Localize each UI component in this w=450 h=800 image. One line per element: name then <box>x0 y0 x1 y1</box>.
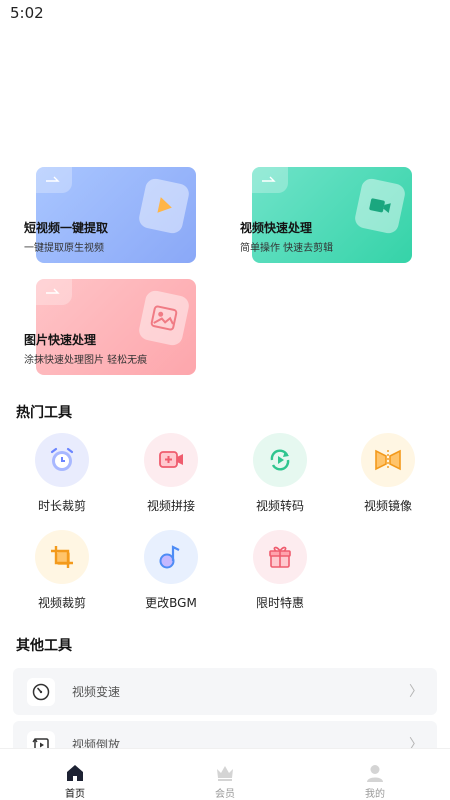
tool-video-crop[interactable]: 视频裁剪 <box>7 530 117 620</box>
card-subtitle-video-extract: 一键提取原生视频 <box>24 243 104 254</box>
nav-label-mine: 我的 <box>365 789 385 800</box>
tool-label: 视频转码 <box>255 499 304 513</box>
tool-label: 更改BGM <box>145 596 197 610</box>
arrow-right-icon <box>46 176 60 182</box>
nav-item-home[interactable]: 首页 <box>0 749 150 800</box>
nav-label-home: 首页 <box>65 789 85 800</box>
user-icon <box>367 765 383 782</box>
gift-icon <box>253 530 307 584</box>
section-title-other-tools: 其他工具 <box>16 638 72 654</box>
speed-gauge-icon <box>27 678 55 706</box>
tool-label: 视频拼接 <box>146 499 195 513</box>
list-item-video-speed[interactable]: 视频变速 〉 <box>13 668 437 715</box>
tool-video-mirror[interactable]: 视频镜像 <box>333 433 443 523</box>
mirror-icon <box>361 433 415 487</box>
card-title-image-process: 图片快速处理 <box>24 333 97 347</box>
tool-video-merge[interactable]: 视频拼接 <box>116 433 226 523</box>
crop-icon <box>35 530 89 584</box>
tool-label: 限时特惠 <box>255 596 304 610</box>
music-note-icon <box>144 530 198 584</box>
card-subtitle-video-process: 简单操作 快速去剪辑 <box>240 243 334 254</box>
card-corner <box>252 167 288 193</box>
refresh-play-icon <box>253 433 307 487</box>
image-icon <box>137 288 191 348</box>
chevron-right-icon: 〉 <box>409 684 423 700</box>
alarm-clock-icon <box>35 433 89 487</box>
tool-limited-offer[interactable]: 限时特惠 <box>225 530 335 620</box>
video-add-icon <box>144 433 198 487</box>
tool-duration-trim[interactable]: 时长裁剪 <box>7 433 117 523</box>
tool-video-transcode[interactable]: 视频转码 <box>225 433 335 523</box>
tool-label: 视频镜像 <box>363 499 412 513</box>
arrow-right-icon <box>46 288 60 294</box>
arrow-right-icon <box>262 176 276 182</box>
video-camera-icon <box>353 176 407 236</box>
status-bar: 5:02 <box>0 0 450 26</box>
card-corner <box>36 167 72 193</box>
card-title-video-extract: 短视频一键提取 <box>24 221 109 235</box>
video-play-icon <box>137 176 191 236</box>
crown-icon <box>217 766 233 781</box>
tool-label: 时长裁剪 <box>37 499 86 513</box>
nav-item-vip[interactable]: 会员 <box>150 749 300 800</box>
bottom-nav: 首页 会员 我的 <box>0 748 450 800</box>
list-item-label: 视频变速 <box>72 685 121 699</box>
tool-label: 视频裁剪 <box>37 596 86 610</box>
card-subtitle-image-process: 涂抹快速处理图片 轻松无痕 <box>24 355 148 366</box>
nav-item-mine[interactable]: 我的 <box>300 749 450 800</box>
section-title-hot-tools: 热门工具 <box>16 405 72 421</box>
home-icon <box>67 765 83 781</box>
status-time: 5:02 <box>10 4 44 22</box>
tool-change-bgm[interactable]: 更改BGM <box>116 530 226 620</box>
card-corner <box>36 279 72 305</box>
nav-label-vip: 会员 <box>215 789 235 800</box>
card-title-video-process: 视频快速处理 <box>240 221 313 235</box>
